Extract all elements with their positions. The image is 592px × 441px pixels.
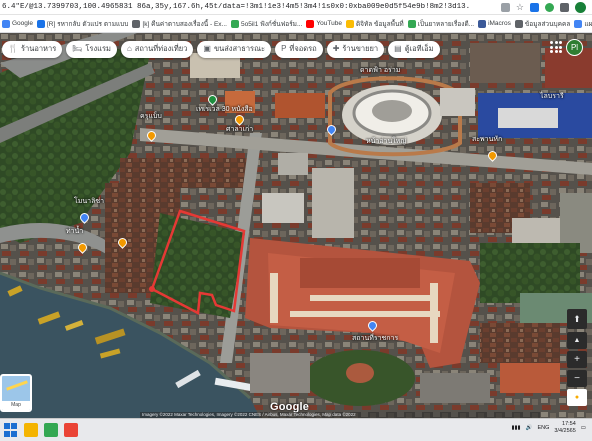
chip-label: ตู้เอทีเอ็ม xyxy=(404,44,434,53)
label-school[interactable]: เทเรเวล 30 หนังสือ xyxy=(196,106,253,114)
chip-hotel[interactable]: 🛏 โรงแรม xyxy=(66,40,117,58)
clock[interactable]: 17:54 3/4/2565 xyxy=(554,421,575,435)
share-icon[interactable] xyxy=(500,3,510,12)
bookmark-label: เป็นยาหลายเรื่องดี... xyxy=(417,20,475,28)
screen: 6.4"E/@13.7399703,100.4965831 86a,35y,16… xyxy=(0,0,592,441)
bookmark-item[interactable]: iMacros xyxy=(478,19,511,28)
bookmark-favicon-icon xyxy=(230,19,239,28)
bookmark-label: YouTube xyxy=(316,20,342,27)
bookmark-label: [R] รหากลับ ตัวแปร ตามแบบ xyxy=(46,20,129,28)
bookmarks-bar: Google [R] รหากลับ ตัวแปร ตามแบบ [k] คืนค่… xyxy=(0,15,592,33)
attraction-icon: ⌂ xyxy=(126,44,132,53)
bookmark-label: ดิจิทัล ข้อมูลพื้นที่ xyxy=(355,20,404,28)
clock-date: 3/4/2565 xyxy=(554,428,576,434)
label-library[interactable]: ไลบรารี xyxy=(540,93,564,101)
chip-attraction[interactable]: ⌂ สถานที่ท่องเที่ยว xyxy=(120,40,194,58)
bookmark-label: แผนที่ ข้อมูลหลัก xyxy=(584,20,592,28)
extension-icon[interactable] xyxy=(560,3,569,12)
parking-icon: P xyxy=(281,44,287,53)
bookmark-item[interactable]: ข้อมูลส่วนบุคคล xyxy=(514,19,571,29)
bookmark-item[interactable]: เป็นยาหลายเรื่องดี... xyxy=(407,19,475,29)
bookmark-label: [k] คืนค่าตาบสองเรื่องนี้ - Ex... xyxy=(142,20,227,28)
chrome-icon[interactable] xyxy=(44,423,58,437)
chip-label: ขนส่งสาธารณะ xyxy=(213,44,266,53)
bookmark-item[interactable]: YouTube xyxy=(306,19,342,28)
bookmark-item[interactable]: ดิจิทัล ข้อมูลพื้นที่ xyxy=(345,19,404,29)
photo-app-icon[interactable] xyxy=(64,423,78,437)
hotel-icon: 🛏 xyxy=(72,44,83,53)
address-bar-icons: ☆ xyxy=(500,0,592,15)
bookmark-label: Google xyxy=(12,20,33,27)
satellite-map[interactable]: ครุแบ็บ เทเรเวล 30 หนังสือ โมนาลิซ่า ดาด… xyxy=(0,33,592,418)
chip-label: ร้านอาหาร xyxy=(20,44,57,53)
chip-label: ร้านขายยา xyxy=(342,44,379,53)
chip-label: โรงแรม xyxy=(85,44,111,53)
bookmark-favicon-icon xyxy=(514,19,523,28)
layers-toggle[interactable]: Map xyxy=(0,374,32,412)
bookmark-favicon-icon xyxy=(36,19,45,28)
bookmark-label: ข้อมูลส่วนบุคคล xyxy=(524,20,571,28)
chip-parking[interactable]: P ที่จอดรถ xyxy=(275,40,323,58)
bookmark-favicon-icon xyxy=(345,19,354,28)
label-building-b[interactable]: ดาดฟ้า อร่าม xyxy=(360,67,400,75)
chip-label: ที่จอดรถ xyxy=(289,44,317,53)
label-hall[interactable]: ศาลาเก่า xyxy=(226,126,253,134)
pegman-icon[interactable]: ● xyxy=(567,389,587,406)
pharmacy-icon: ✚ xyxy=(332,44,340,53)
label-bridge[interactable]: สะพานหัก xyxy=(472,136,502,144)
account-avatar[interactable]: Pl xyxy=(566,39,583,56)
bookmark-favicon-icon xyxy=(132,19,141,28)
bookmark-favicon-icon xyxy=(574,19,583,28)
system-tray: ▮▮▮ 🔊 ENG 17:54 3/4/2565 ▭ xyxy=(512,421,587,435)
notification-icon[interactable]: ▭ xyxy=(581,425,586,431)
bookmark-item[interactable]: Google xyxy=(2,19,33,28)
clock-time: 17:54 xyxy=(562,421,576,427)
bookmark-favicon-icon xyxy=(478,19,487,28)
layers-thumbnail-road xyxy=(6,380,28,391)
chip-pharmacy[interactable]: ✚ ร้านขายยา xyxy=(326,40,385,58)
volume-icon[interactable]: 🔊 xyxy=(526,425,533,431)
bookmark-favicon-icon xyxy=(306,19,315,28)
transit-icon: ▣ xyxy=(203,44,211,53)
satellite-imagery[interactable] xyxy=(0,33,592,418)
file-explorer-icon[interactable] xyxy=(24,423,38,437)
chip-label: สถานที่ท่องเที่ยว xyxy=(134,44,188,53)
bookmark-item[interactable]: [R] รหากลับ ตัวแปร ตามแบบ xyxy=(36,19,129,29)
language-indicator[interactable]: ENG xyxy=(537,425,549,431)
windows-taskbar: ▮▮▮ 🔊 ENG 17:54 3/4/2565 ▭ xyxy=(0,418,592,441)
atm-icon: ▤ xyxy=(394,44,402,53)
bookmark-label: 5o5il1 ฟังก์ชั่นฟอร์ม... xyxy=(240,20,303,28)
zoom-in-button[interactable]: + xyxy=(567,351,587,368)
layers-label: Map xyxy=(2,401,30,410)
zoom-out-button[interactable]: − xyxy=(567,370,587,387)
restaurant-icon: 🍴 xyxy=(8,44,18,53)
label-pier[interactable]: ท่าน้ำ xyxy=(66,228,83,236)
chip-restaurant[interactable]: 🍴 ร้านอาหาร xyxy=(2,40,63,58)
url-text[interactable]: 6.4"E/@13.7399703,100.4965831 86a,35y,16… xyxy=(0,3,470,11)
label-road[interactable]: หน้าอ่านใหญ่ xyxy=(366,138,406,146)
compass-icon[interactable]: ⬆ xyxy=(567,309,587,329)
bookmark-item[interactable]: 5o5il1 ฟังก์ชั่นฟอร์ม... xyxy=(230,19,303,29)
browser-address-bar[interactable]: 6.4"E/@13.7399703,100.4965831 86a,35y,16… xyxy=(0,0,592,15)
chip-transit[interactable]: ▣ ขนส่งสาธารณะ xyxy=(197,40,272,58)
label-gov[interactable]: สถานที่ราชการ xyxy=(352,335,398,343)
network-icon[interactable]: ▮▮▮ xyxy=(512,425,521,431)
category-chips: 🍴 ร้านอาหาร 🛏 โรงแรม ⌂ สถานที่ท่องเที่ยว ▣ ขนส่… xyxy=(0,39,592,59)
tilt-button[interactable]: ▲ xyxy=(567,332,587,349)
label-top-left[interactable]: ครุแบ็บ xyxy=(140,113,162,121)
bookmark-favicon-icon xyxy=(2,19,10,28)
bookmark-favicon-icon xyxy=(407,19,416,28)
extension-icon[interactable] xyxy=(530,3,539,12)
star-icon[interactable]: ☆ xyxy=(516,3,524,12)
windows-start-icon[interactable] xyxy=(4,423,18,437)
google-apps-icon[interactable] xyxy=(548,39,564,55)
bookmark-label: iMacros xyxy=(488,20,511,27)
bookmark-item[interactable]: [k] คืนค่าตาบสองเรื่องนี้ - Ex... xyxy=(132,19,227,29)
chip-atm[interactable]: ▤ ตู้เอทีเอ็ม xyxy=(388,40,440,58)
extension-icon[interactable] xyxy=(545,3,554,12)
profile-avatar[interactable] xyxy=(575,2,586,13)
label-building-a[interactable]: โมนาลิซ่า xyxy=(74,198,104,206)
bookmark-item[interactable]: แผนที่ ข้อมูลหลัก xyxy=(574,19,592,29)
